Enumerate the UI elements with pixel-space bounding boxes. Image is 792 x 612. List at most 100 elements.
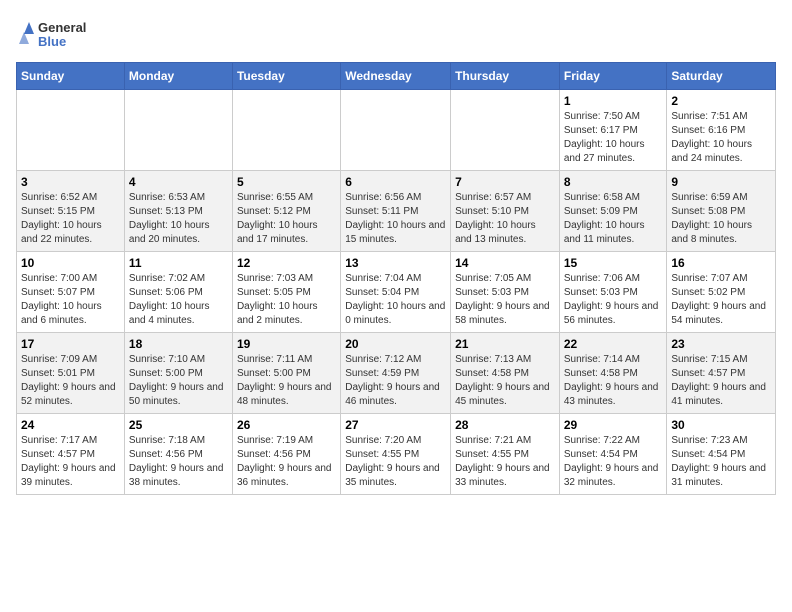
weekday-header-tuesday: Tuesday bbox=[232, 63, 340, 90]
day-number: 26 bbox=[237, 418, 336, 432]
day-info: Sunrise: 7:12 AM Sunset: 4:59 PM Dayligh… bbox=[345, 353, 446, 409]
day-info: Sunrise: 7:21 AM Sunset: 4:55 PM Dayligh… bbox=[455, 434, 555, 490]
calendar-cell: 14 Sunrise: 7:05 AM Sunset: 5:03 PM Dayli… bbox=[451, 252, 560, 333]
header: General Blue bbox=[16, 16, 776, 52]
calendar-cell: 20 Sunrise: 7:12 AM Sunset: 4:59 PM Dayli… bbox=[341, 333, 451, 414]
day-number: 5 bbox=[237, 175, 336, 189]
day-number: 8 bbox=[564, 175, 663, 189]
calendar-cell: 21Sunrise: 7:13 AM Sunset: 4:58 PM Dayli… bbox=[451, 333, 560, 414]
day-info: Sunrise: 7:14 AM Sunset: 4:58 PM Dayligh… bbox=[564, 353, 663, 409]
day-info: Sunrise: 7:04 AM Sunset: 5:04 PM Dayligh… bbox=[345, 272, 446, 328]
calendar-cell: 13 Sunrise: 7:04 AM Sunset: 5:04 PM Dayli… bbox=[341, 252, 451, 333]
day-info: Sunrise: 7:07 AM Sunset: 5:02 PM Dayligh… bbox=[671, 272, 771, 328]
weekday-header-friday: Friday bbox=[559, 63, 667, 90]
calendar-cell: 4Sunrise: 6:53 AM Sunset: 5:13 PM Daylig… bbox=[124, 171, 232, 252]
day-number: 7 bbox=[455, 175, 555, 189]
day-info: Sunrise: 7:22 AM Sunset: 4:54 PM Dayligh… bbox=[564, 434, 663, 490]
day-number: 24 bbox=[21, 418, 120, 432]
weekday-header-wednesday: Wednesday bbox=[341, 63, 451, 90]
day-number: 14 bbox=[455, 256, 555, 270]
day-info: Sunrise: 6:58 AM Sunset: 5:09 PM Dayligh… bbox=[564, 191, 663, 247]
day-number: 6 bbox=[345, 175, 446, 189]
calendar-cell: 22 Sunrise: 7:14 AM Sunset: 4:58 PM Dayli… bbox=[559, 333, 667, 414]
weekday-header-monday: Monday bbox=[124, 63, 232, 90]
day-number: 3 bbox=[21, 175, 120, 189]
day-info: Sunrise: 7:17 AM Sunset: 4:57 PM Dayligh… bbox=[21, 434, 120, 490]
day-info: Sunrise: 7:09 AM Sunset: 5:01 PM Dayligh… bbox=[21, 353, 120, 409]
calendar-cell: 23Sunrise: 7:15 AM Sunset: 4:57 PM Dayli… bbox=[667, 333, 776, 414]
calendar-cell: 7 Sunrise: 6:57 AM Sunset: 5:10 PM Daylig… bbox=[451, 171, 560, 252]
weekday-header-saturday: Saturday bbox=[667, 63, 776, 90]
day-info: Sunrise: 7:02 AM Sunset: 5:06 PM Dayligh… bbox=[129, 272, 228, 328]
calendar-cell: 28 Sunrise: 7:21 AM Sunset: 4:55 PM Dayli… bbox=[451, 414, 560, 495]
calendar-cell: 16 Sunrise: 7:07 AM Sunset: 5:02 PM Dayli… bbox=[667, 252, 776, 333]
calendar-cell: 3Sunrise: 6:52 AM Sunset: 5:15 PM Daylig… bbox=[17, 171, 125, 252]
calendar-cell: 19 Sunrise: 7:11 AM Sunset: 5:00 PM Dayli… bbox=[232, 333, 340, 414]
day-info: Sunrise: 6:59 AM Sunset: 5:08 PM Dayligh… bbox=[671, 191, 771, 247]
day-number: 13 bbox=[345, 256, 446, 270]
day-info: Sunrise: 7:23 AM Sunset: 4:54 PM Dayligh… bbox=[671, 434, 771, 490]
calendar-week-row: 1Sunrise: 7:50 AM Sunset: 6:17 PM Daylig… bbox=[17, 90, 776, 171]
day-info: Sunrise: 7:00 AM Sunset: 5:07 PM Dayligh… bbox=[21, 272, 120, 328]
calendar-cell: 6 Sunrise: 6:56 AM Sunset: 5:11 PM Daylig… bbox=[341, 171, 451, 252]
day-number: 25 bbox=[129, 418, 228, 432]
calendar-body: 1Sunrise: 7:50 AM Sunset: 6:17 PM Daylig… bbox=[17, 90, 776, 495]
day-info: Sunrise: 7:20 AM Sunset: 4:55 PM Dayligh… bbox=[345, 434, 446, 490]
day-info: Sunrise: 7:50 AM Sunset: 6:17 PM Dayligh… bbox=[564, 110, 663, 166]
day-number: 17 bbox=[21, 337, 120, 351]
logo-svg: General Blue bbox=[16, 16, 96, 52]
calendar-cell: 15Sunrise: 7:06 AM Sunset: 5:03 PM Dayli… bbox=[559, 252, 667, 333]
svg-text:Blue: Blue bbox=[38, 34, 66, 49]
day-number: 4 bbox=[129, 175, 228, 189]
day-info: Sunrise: 7:11 AM Sunset: 5:00 PM Dayligh… bbox=[237, 353, 336, 409]
calendar-table: SundayMondayTuesdayWednesdayThursdayFrid… bbox=[16, 62, 776, 495]
day-info: Sunrise: 7:15 AM Sunset: 4:57 PM Dayligh… bbox=[671, 353, 771, 409]
day-number: 28 bbox=[455, 418, 555, 432]
calendar-week-row: 24 Sunrise: 7:17 AM Sunset: 4:57 PM Dayli… bbox=[17, 414, 776, 495]
calendar-cell: 11 Sunrise: 7:02 AM Sunset: 5:06 PM Dayli… bbox=[124, 252, 232, 333]
calendar-cell: 12Sunrise: 7:03 AM Sunset: 5:05 PM Dayli… bbox=[232, 252, 340, 333]
weekday-header-row: SundayMondayTuesdayWednesdayThursdayFrid… bbox=[17, 63, 776, 90]
calendar-cell bbox=[17, 90, 125, 171]
day-number: 20 bbox=[345, 337, 446, 351]
calendar-cell: 27 Sunrise: 7:20 AM Sunset: 4:55 PM Dayli… bbox=[341, 414, 451, 495]
day-number: 21 bbox=[455, 337, 555, 351]
weekday-header-thursday: Thursday bbox=[451, 63, 560, 90]
day-number: 9 bbox=[671, 175, 771, 189]
calendar-cell: 1Sunrise: 7:50 AM Sunset: 6:17 PM Daylig… bbox=[559, 90, 667, 171]
day-info: Sunrise: 7:03 AM Sunset: 5:05 PM Dayligh… bbox=[237, 272, 336, 328]
day-info: Sunrise: 7:19 AM Sunset: 4:56 PM Dayligh… bbox=[237, 434, 336, 490]
day-number: 22 bbox=[564, 337, 663, 351]
calendar-cell: 17 Sunrise: 7:09 AM Sunset: 5:01 PM Dayli… bbox=[17, 333, 125, 414]
svg-text:General: General bbox=[38, 20, 86, 35]
day-info: Sunrise: 6:56 AM Sunset: 5:11 PM Dayligh… bbox=[345, 191, 446, 247]
calendar-cell: 29Sunrise: 7:22 AM Sunset: 4:54 PM Dayli… bbox=[559, 414, 667, 495]
calendar-cell: 25 Sunrise: 7:18 AM Sunset: 4:56 PM Dayli… bbox=[124, 414, 232, 495]
day-info: Sunrise: 7:10 AM Sunset: 5:00 PM Dayligh… bbox=[129, 353, 228, 409]
calendar-cell bbox=[451, 90, 560, 171]
day-number: 19 bbox=[237, 337, 336, 351]
day-number: 15 bbox=[564, 256, 663, 270]
calendar-cell: 9 Sunrise: 6:59 AM Sunset: 5:08 PM Daylig… bbox=[667, 171, 776, 252]
day-info: Sunrise: 7:18 AM Sunset: 4:56 PM Dayligh… bbox=[129, 434, 228, 490]
day-number: 27 bbox=[345, 418, 446, 432]
calendar-week-row: 3Sunrise: 6:52 AM Sunset: 5:15 PM Daylig… bbox=[17, 171, 776, 252]
calendar-week-row: 10Sunrise: 7:00 AM Sunset: 5:07 PM Dayli… bbox=[17, 252, 776, 333]
day-info: Sunrise: 7:05 AM Sunset: 5:03 PM Dayligh… bbox=[455, 272, 555, 328]
weekday-header-sunday: Sunday bbox=[17, 63, 125, 90]
day-number: 30 bbox=[671, 418, 771, 432]
calendar-week-row: 17 Sunrise: 7:09 AM Sunset: 5:01 PM Dayli… bbox=[17, 333, 776, 414]
day-number: 2 bbox=[671, 94, 771, 108]
calendar-cell bbox=[124, 90, 232, 171]
day-info: Sunrise: 6:57 AM Sunset: 5:10 PM Dayligh… bbox=[455, 191, 555, 247]
day-info: Sunrise: 6:55 AM Sunset: 5:12 PM Dayligh… bbox=[237, 191, 336, 247]
day-info: Sunrise: 7:51 AM Sunset: 6:16 PM Dayligh… bbox=[671, 110, 771, 166]
calendar-cell: 24 Sunrise: 7:17 AM Sunset: 4:57 PM Dayli… bbox=[17, 414, 125, 495]
calendar-cell: 5 Sunrise: 6:55 AM Sunset: 5:12 PM Daylig… bbox=[232, 171, 340, 252]
calendar-cell: 26 Sunrise: 7:19 AM Sunset: 4:56 PM Dayli… bbox=[232, 414, 340, 495]
day-number: 16 bbox=[671, 256, 771, 270]
day-number: 11 bbox=[129, 256, 228, 270]
day-number: 18 bbox=[129, 337, 228, 351]
calendar-cell: 30 Sunrise: 7:23 AM Sunset: 4:54 PM Dayli… bbox=[667, 414, 776, 495]
calendar-cell: 8 Sunrise: 6:58 AM Sunset: 5:09 PM Daylig… bbox=[559, 171, 667, 252]
